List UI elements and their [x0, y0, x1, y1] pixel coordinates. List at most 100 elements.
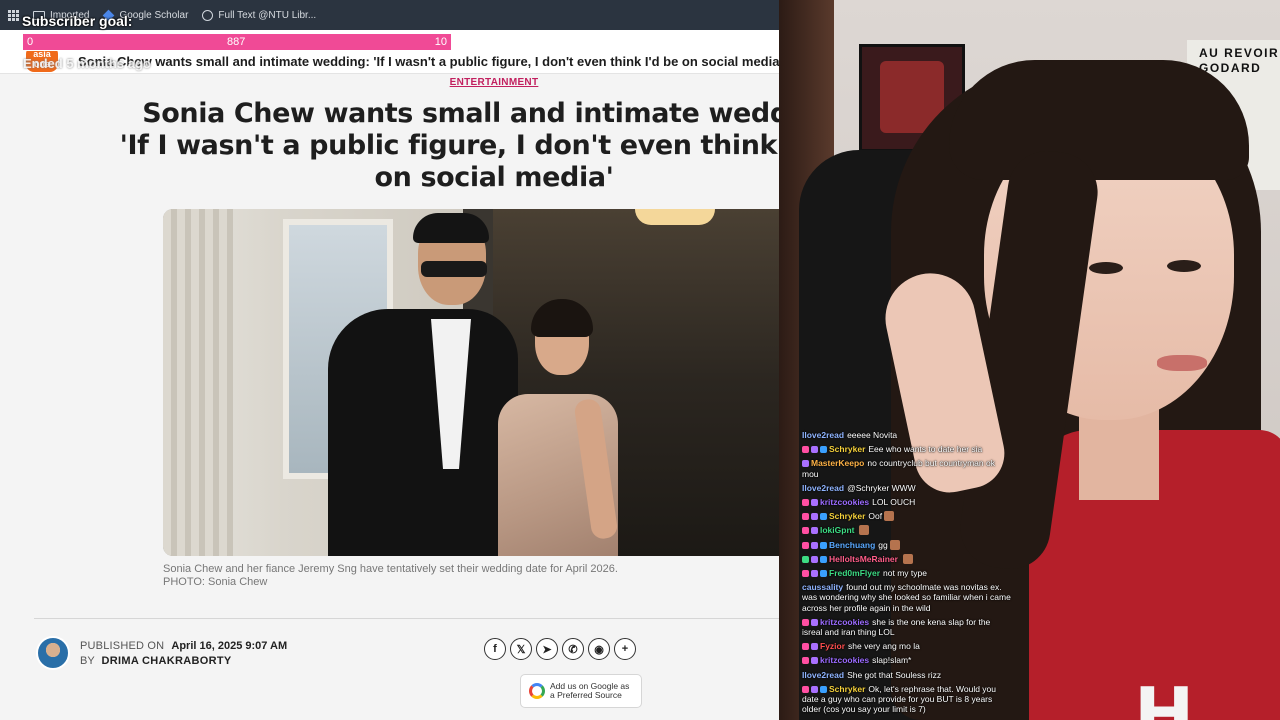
- headline-line: 'If I wasn't a public figure, I don't ev…: [119, 130, 779, 161]
- reddit-icon[interactable]: ◉: [588, 638, 610, 660]
- chat-username[interactable]: Ilove2read: [802, 483, 844, 493]
- chat-badge-icon: [820, 446, 827, 454]
- chat-username[interactable]: MasterKeepo: [811, 458, 864, 468]
- chat-message: kritzcookies slap!slam*: [802, 655, 1012, 665]
- photo-caption: Sonia Chew and her fiance Jeremy Sng hav…: [163, 563, 723, 589]
- chat-badge-icon: [802, 685, 809, 693]
- chat-badge-icon: [811, 618, 818, 626]
- chat-emote-icon: [859, 525, 870, 536]
- shirt-logo: H: [1134, 672, 1195, 720]
- chat-username[interactable]: Ilove2read: [802, 670, 844, 680]
- google-preferred-source-button[interactable]: Add us on Google as a Preferred Source: [520, 674, 642, 708]
- google-pref-line: a Preferred Source: [550, 690, 622, 700]
- chat-username[interactable]: kritzcookies: [820, 617, 869, 627]
- bookmark-label: Full Text @NTU Libr...: [218, 9, 317, 21]
- chat-badge-icon: [820, 513, 827, 521]
- article-headline: Sonia Chew wants small and intimate wedd…: [0, 98, 779, 194]
- chat-message: kritzcookies she is the one kena slap for…: [802, 617, 1012, 637]
- chat-username[interactable]: HelloItsMeRainer: [829, 554, 898, 564]
- chat-emote-icon: [889, 539, 900, 550]
- google-pref-line: Add us on Google as: [550, 680, 630, 691]
- chat-badge-icon: [802, 460, 809, 468]
- chat-message: caussality found out my schoolmate was no…: [802, 582, 1012, 613]
- poster-line: AU REVOIR: [1199, 46, 1280, 60]
- chat-badge-icon: [802, 499, 809, 507]
- chat-username[interactable]: Fred0mFlyer: [829, 568, 880, 578]
- goal-start-value: 0: [27, 36, 34, 48]
- published-date: April 16, 2025 9:07 AM: [171, 640, 288, 652]
- chat-username[interactable]: Schryker: [829, 684, 865, 694]
- divider: [34, 618, 779, 619]
- apps-grid-icon[interactable]: [8, 9, 19, 21]
- author-avatar[interactable]: [36, 636, 70, 670]
- chat-badge-icon: [811, 541, 818, 549]
- chat-message: kritzcookies LOL OUCH: [802, 497, 1012, 507]
- chat-username[interactable]: Schryker: [829, 444, 865, 454]
- article-category[interactable]: ENTERTAINMENT: [0, 77, 779, 88]
- headline-line: on social media': [374, 162, 614, 193]
- chat-username[interactable]: caussality: [802, 582, 843, 592]
- share-buttons: f 𝕏 ➤ ✆ ◉ +: [484, 638, 636, 660]
- plus-icon[interactable]: +: [614, 638, 636, 660]
- chat-badge-icon: [820, 685, 827, 693]
- chat-badge-icon: [802, 618, 809, 626]
- chat-text: slap!slam*: [872, 655, 912, 666]
- headline-line: Sonia Chew wants small and intimate wedd…: [142, 98, 779, 129]
- chat-message: Ilove2read eeeee Novita: [802, 430, 1012, 440]
- subscriber-goal-label: Subscriber goal:: [22, 13, 133, 29]
- subscriber-goal-bar: 0 887 10: [22, 33, 452, 51]
- chat-badge-icon: [811, 657, 818, 665]
- chat-text: Eee who wants to date her sia: [868, 444, 983, 455]
- globe-icon: [202, 9, 214, 21]
- chat-text: Oof: [868, 511, 883, 522]
- chat-username[interactable]: lokiGpnt: [820, 525, 854, 535]
- chat-username[interactable]: Fyzior: [820, 641, 845, 651]
- telegram-icon[interactable]: ➤: [536, 638, 558, 660]
- author-name[interactable]: DRIMA CHAKRABORTY: [102, 655, 232, 667]
- article-page: asia one Sonia Chew wants small and inti…: [0, 30, 779, 720]
- bookmark-ntu-library[interactable]: Full Text @NTU Libr...: [202, 9, 317, 21]
- chat-message: Schryker Ok, let's rephrase that. Would y…: [802, 684, 1012, 715]
- chat-text: @Schryker WWW: [847, 482, 916, 493]
- browser-capture: Imported Google Scholar Full Text @NTU L…: [0, 0, 779, 720]
- facebook-icon[interactable]: f: [484, 638, 506, 660]
- chat-text: she very ang mo la: [848, 641, 920, 652]
- google-icon: [529, 683, 545, 699]
- chat-badge-icon: [811, 446, 818, 454]
- chat-username[interactable]: kritzcookies: [820, 497, 869, 507]
- byline: BY DRIMA CHAKRABORTY: [80, 655, 232, 667]
- chat-badge-icon: [811, 570, 818, 578]
- chat-username[interactable]: Schryker: [829, 511, 865, 521]
- goal-ended-text: Ended 5 months ago: [23, 56, 151, 71]
- chat-text: eeeee Novita: [847, 430, 898, 440]
- chat-badge-icon: [811, 499, 818, 507]
- whatsapp-icon[interactable]: ✆: [562, 638, 584, 660]
- caption-credit: PHOTO: Sonia Chew: [163, 576, 268, 588]
- chat-username[interactable]: kritzcookies: [820, 655, 869, 665]
- chat-username[interactable]: Ilove2read: [802, 430, 844, 440]
- chat-badge-icon: [802, 643, 809, 651]
- chat-message: MasterKeepo no countryclub but countryman…: [802, 458, 1012, 479]
- chat-badge-icon: [802, 570, 809, 578]
- chat-message: Schryker Eee who wants to date her sia: [802, 444, 1012, 454]
- chat-message: Ilove2read @Schryker WWW: [802, 483, 1012, 493]
- chat-badge-icon: [811, 555, 818, 563]
- chat-message: Schryker Oof: [802, 511, 1012, 522]
- caption-text: Sonia Chew and her fiance Jeremy Sng hav…: [163, 563, 618, 575]
- chat-badge-icon: [811, 513, 818, 521]
- chat-text: She got that Souless rizz: [847, 669, 942, 680]
- chat-badge-icon: [802, 527, 809, 535]
- chat-message: Fyzior she very ang mo la: [802, 641, 1012, 651]
- chat-badge-icon: [811, 685, 818, 693]
- chat-message: Benchuang gg: [802, 539, 1012, 550]
- chat-username[interactable]: Benchuang: [829, 540, 875, 550]
- chat-badge-icon: [820, 570, 827, 578]
- chat-emote-icon: [884, 511, 895, 522]
- chat-badge-icon: [811, 643, 818, 651]
- chat-message: Ilove2read She got that Souless rizz: [802, 670, 1012, 680]
- chat-badge-icon: [802, 541, 809, 549]
- chat-badge-icon: [802, 513, 809, 521]
- chat-text: LOL OUCH: [872, 497, 916, 508]
- chat-message: HelloItsMeRainer: [802, 553, 1012, 564]
- x-icon[interactable]: 𝕏: [510, 638, 532, 660]
